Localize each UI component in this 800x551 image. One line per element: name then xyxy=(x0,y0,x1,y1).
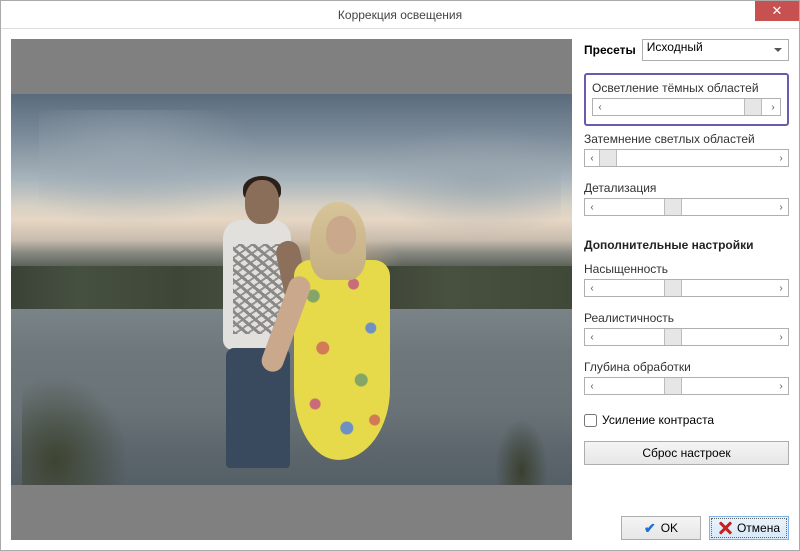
cancel-icon xyxy=(718,521,732,535)
contrast-check-row: Усиление контраста xyxy=(584,413,789,427)
detail-label: Детализация xyxy=(584,181,789,195)
chevron-left-icon[interactable]: ‹ xyxy=(585,329,599,345)
chevron-left-icon[interactable]: ‹ xyxy=(593,99,607,115)
lighten-dark-label: Осветление тёмных областей xyxy=(592,81,781,95)
titlebar: Коррекция освещения ✕ xyxy=(1,1,799,29)
cancel-label: Отмена xyxy=(737,521,780,535)
chevron-right-icon[interactable]: › xyxy=(774,150,788,166)
controls-panel: Пресеты Исходный Осветление тёмных облас… xyxy=(584,39,789,540)
saturation-slider[interactable]: ‹ › xyxy=(584,279,789,297)
chevron-right-icon[interactable]: › xyxy=(766,99,780,115)
chevron-right-icon[interactable]: › xyxy=(774,280,788,296)
chevron-right-icon[interactable]: › xyxy=(774,329,788,345)
presets-dropdown[interactable]: Исходный xyxy=(642,39,789,61)
presets-selected: Исходный xyxy=(647,40,703,54)
image-preview xyxy=(11,39,572,540)
realism-slider[interactable]: ‹ › xyxy=(584,328,789,346)
cancel-button[interactable]: Отмена xyxy=(709,516,789,540)
close-icon: ✕ xyxy=(772,3,783,19)
dialog-window: Коррекция освещения ✕ xyxy=(0,0,800,551)
window-title: Коррекция освещения xyxy=(338,8,462,22)
darken-light-slider[interactable]: ‹ › xyxy=(584,149,789,167)
contrast-checkbox[interactable] xyxy=(584,414,597,427)
darken-light-label: Затемнение светлых областей xyxy=(584,132,789,146)
realism-label: Реалистичность xyxy=(584,311,789,325)
reset-label: Сброс настроек xyxy=(642,446,730,460)
depth-slider[interactable]: ‹ › xyxy=(584,377,789,395)
chevron-left-icon[interactable]: ‹ xyxy=(585,150,599,166)
chevron-right-icon[interactable]: › xyxy=(774,378,788,394)
ok-button[interactable]: ✔ OK xyxy=(621,516,701,540)
close-button[interactable]: ✕ xyxy=(755,1,799,21)
chevron-right-icon[interactable]: › xyxy=(774,199,788,215)
presets-label: Пресеты xyxy=(584,43,636,57)
depth-label: Глубина обработки xyxy=(584,360,789,374)
footer-buttons: ✔ OK Отмена xyxy=(584,506,789,540)
dialog-body: Пресеты Исходный Осветление тёмных облас… xyxy=(1,29,799,550)
contrast-label: Усиление контраста xyxy=(602,413,714,427)
preview-photo xyxy=(11,94,572,485)
chevron-left-icon[interactable]: ‹ xyxy=(585,378,599,394)
detail-slider[interactable]: ‹ › xyxy=(584,198,789,216)
saturation-label: Насыщенность xyxy=(584,262,789,276)
advanced-title: Дополнительные настройки xyxy=(584,238,789,252)
ok-label: OK xyxy=(661,521,678,535)
chevron-left-icon[interactable]: ‹ xyxy=(585,280,599,296)
reset-button[interactable]: Сброс настроек xyxy=(584,441,789,465)
presets-row: Пресеты Исходный xyxy=(584,39,789,61)
check-icon: ✔ xyxy=(644,520,656,537)
chevron-left-icon[interactable]: ‹ xyxy=(585,199,599,215)
lighten-dark-slider[interactable]: ‹ › xyxy=(592,98,781,116)
lighten-dark-group: Осветление тёмных областей ‹ › xyxy=(584,73,789,126)
